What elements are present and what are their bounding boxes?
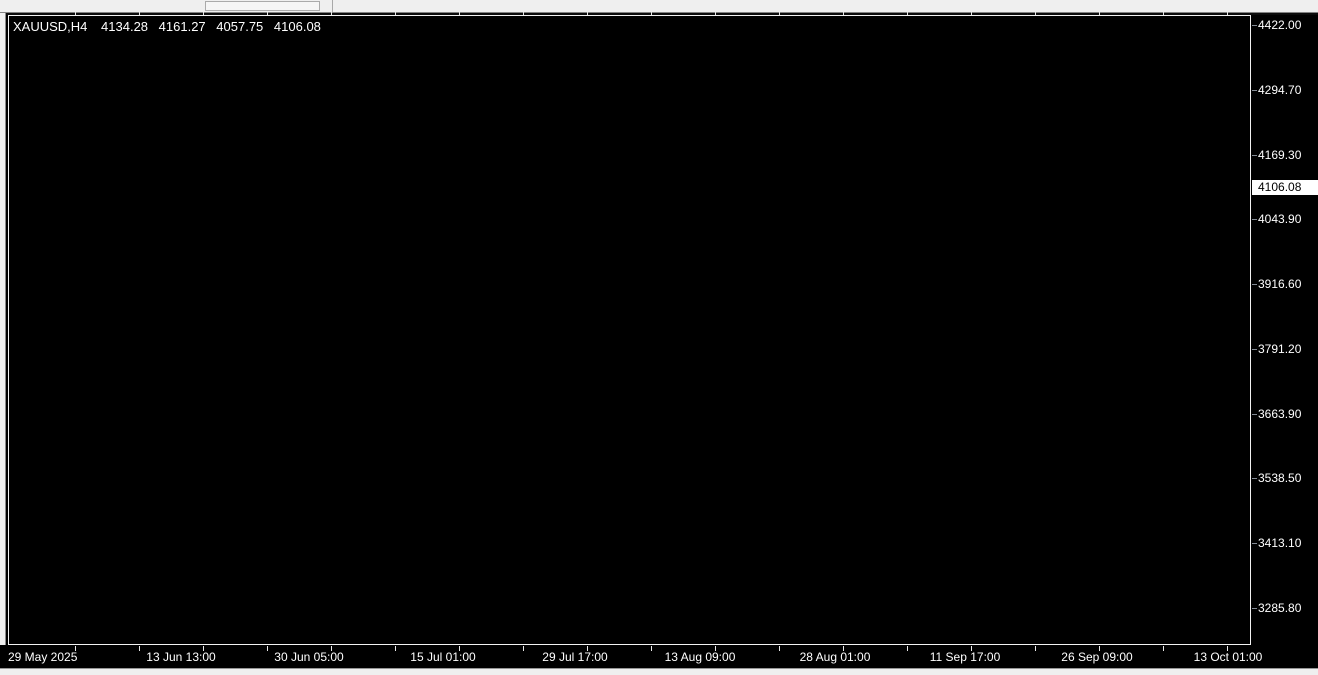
price-tick-label: 3538.50	[1258, 471, 1302, 485]
high-value: 4161.27	[158, 19, 206, 34]
current-price-badge: 4106.08	[1252, 180, 1318, 195]
price-tick-label: 3285.80	[1258, 601, 1302, 615]
time-tick-label: 29 May 2025	[8, 650, 78, 664]
price-tick-label: 3916.60	[1258, 277, 1302, 291]
time-tick-label: 13 Jun 13:00	[146, 650, 216, 664]
close-value: 4106.08	[273, 19, 321, 34]
symbol-period-label: XAUUSD,H4	[13, 19, 88, 34]
time-tick-label: 30 Jun 05:00	[274, 650, 344, 664]
price-tick-label: 4169.30	[1258, 148, 1302, 162]
mt4-chart-window: XAUUSD,H4 4134.28 4161.27 4057.75 4106.0…	[0, 0, 1318, 675]
low-value: 4057.75	[216, 19, 264, 34]
price-tick-label: 4422.00	[1258, 18, 1302, 32]
plot-frame	[8, 15, 1251, 645]
time-tick-label: 28 Aug 01:00	[799, 650, 871, 664]
open-value: 4134.28	[101, 19, 149, 34]
time-tick-label: 15 Jul 01:00	[410, 650, 476, 664]
price-tick-label: 4043.90	[1258, 212, 1302, 226]
time-tick-label: 11 Sep 17:00	[929, 650, 1001, 664]
price-axis[interactable]	[1252, 15, 1318, 645]
price-tick-label: 4294.70	[1258, 83, 1302, 97]
price-tick-label: 3413.10	[1258, 536, 1302, 550]
time-tick-label: 26 Sep 09:00	[1061, 650, 1133, 664]
time-tick-label: 13 Aug 09:00	[664, 650, 736, 664]
time-tick-label: 13 Oct 01:00	[1193, 650, 1263, 664]
chart-title: XAUUSD,H4 4134.28 4161.27 4057.75 4106.0…	[13, 19, 328, 34]
price-tick-label: 3663.90	[1258, 407, 1302, 421]
price-tick-label: 3791.20	[1258, 342, 1302, 356]
time-tick-label: 29 Jul 17:00	[542, 650, 608, 664]
